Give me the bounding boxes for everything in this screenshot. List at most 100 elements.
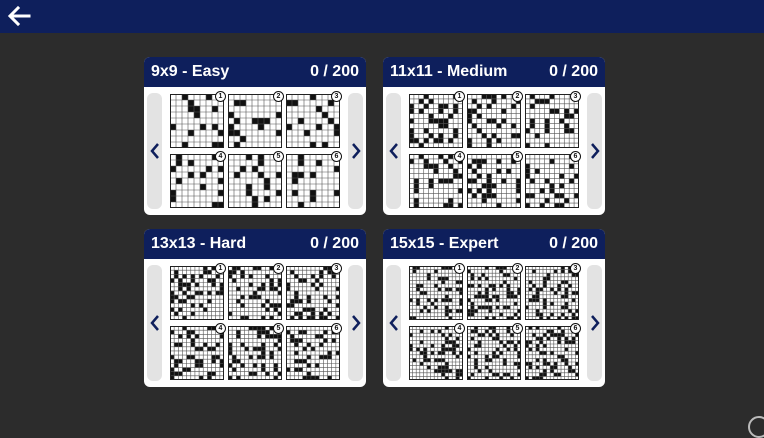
puzzle-grid-image [170, 94, 224, 148]
puzzle-thumbnail[interactable]: 2 [228, 263, 284, 320]
puzzle-grid-image [170, 326, 224, 380]
puzzle-thumbnail[interactable]: 4 [170, 323, 226, 380]
puzzle-thumbnail[interactable]: 3 [286, 263, 342, 320]
puzzle-thumbnail[interactable]: 6 [525, 151, 581, 208]
panel-title: 15x15 - Expert [390, 235, 499, 252]
next-page-button[interactable] [348, 93, 363, 209]
puzzle-number-badge: 5 [273, 323, 284, 334]
puzzle-number-badge: 3 [331, 263, 342, 274]
chevron-right-icon [590, 315, 600, 331]
panel-header: 11x11 - Medium 0 / 200 [383, 57, 605, 87]
puzzle-number-badge: 5 [273, 151, 284, 162]
puzzle-grid-image [286, 154, 340, 208]
puzzle-number-badge: 3 [570, 91, 581, 102]
panel-body: 1 2 3 4 5 6 [144, 259, 366, 387]
prev-page-button[interactable] [147, 265, 162, 381]
prev-page-button[interactable] [386, 265, 401, 381]
puzzle-number-badge: 3 [570, 263, 581, 274]
puzzle-thumbnail[interactable]: 2 [228, 91, 284, 148]
back-button[interactable] [4, 2, 34, 30]
chevron-right-icon [590, 143, 600, 159]
chevron-left-icon [149, 315, 159, 331]
puzzle-number-badge: 1 [454, 91, 465, 102]
next-page-button[interactable] [587, 265, 602, 381]
puzzle-grid-image [228, 266, 282, 320]
chevron-left-icon [388, 315, 398, 331]
puzzle-grid-image [467, 266, 521, 320]
puzzle-thumbnail[interactable]: 6 [525, 323, 581, 380]
panel-title: 9x9 - Easy [151, 63, 230, 80]
puzzle-thumbnail[interactable]: 2 [467, 263, 523, 320]
panel-progress: 0 / 200 [310, 235, 359, 252]
level-panel: 13x13 - Hard 0 / 200 1 2 3 4 5 6 [144, 229, 366, 387]
panel-title: 11x11 - Medium [390, 63, 508, 80]
puzzle-thumbnail[interactable]: 1 [409, 263, 465, 320]
puzzle-number-badge: 2 [273, 91, 284, 102]
chevron-left-icon [149, 143, 159, 159]
arrow-left-icon [7, 5, 31, 27]
top-app-bar [0, 0, 764, 33]
puzzle-grid-list: 1 2 3 4 5 6 [409, 91, 581, 210]
puzzle-grid-image [409, 154, 463, 208]
chevron-right-icon [351, 143, 361, 159]
puzzle-thumbnail[interactable]: 3 [525, 91, 581, 148]
puzzle-thumbnail[interactable]: 1 [170, 91, 226, 148]
panel-header: 13x13 - Hard 0 / 200 [144, 229, 366, 259]
puzzle-grid-list: 1 2 3 4 5 6 [409, 263, 581, 382]
puzzle-thumbnail[interactable]: 4 [409, 323, 465, 380]
level-panel: 9x9 - Easy 0 / 200 1 2 3 4 5 6 [144, 57, 366, 215]
puzzle-grid-image [525, 266, 579, 320]
level-panel: 15x15 - Expert 0 / 200 1 2 3 4 5 6 [383, 229, 605, 387]
puzzle-grid-image [228, 154, 282, 208]
puzzle-grid-image [170, 266, 224, 320]
chevron-left-icon [388, 143, 398, 159]
next-page-button[interactable] [587, 93, 602, 209]
puzzle-thumbnail[interactable]: 2 [467, 91, 523, 148]
puzzle-number-badge: 1 [215, 263, 226, 274]
puzzle-grid-image [286, 94, 340, 148]
puzzle-grid-image [170, 154, 224, 208]
puzzle-grid-image [525, 154, 579, 208]
panel-body: 1 2 3 4 5 6 [383, 87, 605, 215]
panel-header: 15x15 - Expert 0 / 200 [383, 229, 605, 259]
puzzle-number-badge: 2 [273, 263, 284, 274]
panel-progress: 0 / 200 [310, 63, 359, 80]
puzzle-grid-image [525, 326, 579, 380]
puzzle-grid-list: 1 2 3 4 5 6 [170, 263, 342, 382]
prev-page-button[interactable] [386, 93, 401, 209]
puzzle-thumbnail[interactable]: 1 [409, 91, 465, 148]
puzzle-number-badge: 5 [512, 323, 523, 334]
puzzle-number-badge: 4 [215, 151, 226, 162]
puzzle-number-badge: 4 [215, 323, 226, 334]
puzzle-thumbnail[interactable]: 6 [286, 151, 342, 208]
next-page-button[interactable] [348, 265, 363, 381]
puzzle-grid-image [467, 326, 521, 380]
puzzle-thumbnail[interactable]: 4 [409, 151, 465, 208]
puzzle-number-badge: 4 [454, 323, 465, 334]
panel-body: 1 2 3 4 5 6 [144, 87, 366, 215]
puzzle-thumbnail[interactable]: 3 [286, 91, 342, 148]
puzzle-thumbnail[interactable]: 4 [170, 151, 226, 208]
loading-indicator [748, 416, 764, 438]
puzzle-thumbnail[interactable]: 5 [467, 323, 523, 380]
puzzle-thumbnail[interactable]: 3 [525, 263, 581, 320]
puzzle-number-badge: 5 [512, 151, 523, 162]
puzzle-number-badge: 6 [570, 151, 581, 162]
puzzle-grid-image [409, 326, 463, 380]
puzzle-thumbnail[interactable]: 6 [286, 323, 342, 380]
panel-body: 1 2 3 4 5 6 [383, 259, 605, 387]
prev-page-button[interactable] [147, 93, 162, 209]
panel-progress: 0 / 200 [549, 63, 598, 80]
puzzle-thumbnail[interactable]: 5 [228, 151, 284, 208]
puzzle-thumbnail[interactable]: 5 [467, 151, 523, 208]
puzzle-thumbnail[interactable]: 1 [170, 263, 226, 320]
puzzle-grid-image [409, 266, 463, 320]
puzzle-number-badge: 1 [215, 91, 226, 102]
puzzle-grid-image [228, 326, 282, 380]
puzzle-number-badge: 3 [331, 91, 342, 102]
puzzle-number-badge: 6 [331, 151, 342, 162]
chevron-right-icon [351, 315, 361, 331]
puzzle-thumbnail[interactable]: 5 [228, 323, 284, 380]
puzzle-number-badge: 2 [512, 91, 523, 102]
puzzle-grid-image [286, 326, 340, 380]
